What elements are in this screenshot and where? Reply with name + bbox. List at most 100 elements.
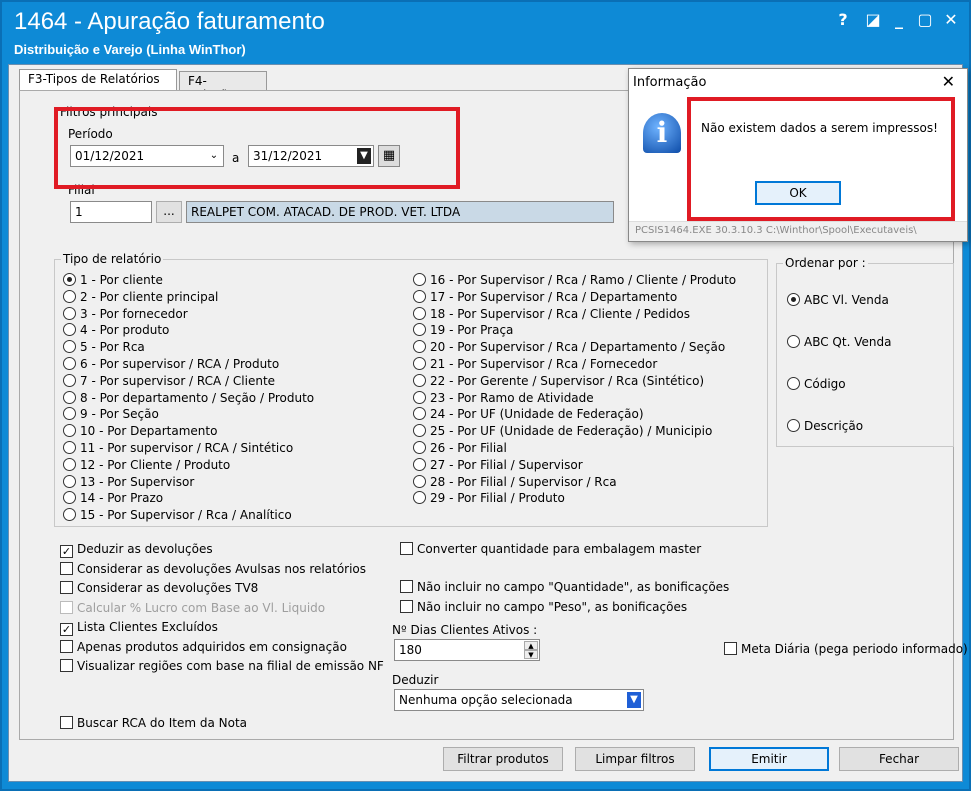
report-type-option[interactable]: 8 - Por departamento / Seção / Produto — [63, 390, 314, 406]
report-type-option[interactable]: 2 - Por cliente principal — [63, 289, 218, 305]
radio-icon[interactable] — [63, 289, 76, 303]
checkbox-icon[interactable] — [60, 659, 73, 672]
option-check[interactable]: Apenas produtos adquiridos em consignaçã… — [60, 639, 347, 655]
quantity-option-check[interactable]: Não incluir no campo "Peso", as bonifica… — [400, 599, 687, 615]
quantity-option-check[interactable]: Converter quantidade para embalagem mast… — [400, 541, 701, 557]
report-type-option[interactable]: 27 - Por Filial / Supervisor — [413, 457, 583, 473]
radio-icon[interactable] — [63, 424, 76, 438]
report-type-option[interactable]: 22 - Por Gerente / Supervisor / Rca (Sin… — [413, 373, 704, 389]
radio-icon[interactable] — [63, 474, 76, 488]
option-check[interactable]: Considerar as devoluções Avulsas nos rel… — [60, 561, 366, 577]
tab-selecoes[interactable]: F4-Seleções — [179, 71, 267, 102]
radio-icon[interactable] — [413, 373, 426, 387]
ordenar-option[interactable]: ABC Vl. Venda — [787, 292, 889, 308]
report-type-option[interactable]: 28 - Por Filial / Supervisor / Rca — [413, 474, 617, 490]
radio-icon[interactable] — [413, 340, 426, 354]
option-check[interactable]: Visualizar regiões com base na filial de… — [60, 658, 384, 674]
filtrar-produtos-button[interactable]: Filtrar produtos — [443, 747, 563, 771]
radio-icon[interactable] — [413, 390, 426, 404]
report-type-option[interactable]: 24 - Por UF (Unidade de Federação) — [413, 406, 644, 422]
report-type-option[interactable]: 23 - Por Ramo de Atividade — [413, 390, 594, 406]
spin-up-icon[interactable]: ▲ — [524, 641, 538, 650]
report-type-option[interactable]: 29 - Por Filial / Produto — [413, 490, 565, 506]
option-check[interactable]: ✓ Lista Clientes Excluídos — [60, 619, 218, 636]
report-type-option[interactable]: 3 - Por fornecedor — [63, 306, 188, 322]
radio-icon[interactable] — [787, 335, 800, 348]
filial-browse-button[interactable]: ... — [156, 201, 182, 223]
radio-icon[interactable] — [413, 474, 426, 488]
dias-stepper[interactable]: 180 ▲ ▼ — [394, 639, 540, 661]
report-type-option[interactable]: 4 - Por produto — [63, 322, 169, 338]
report-type-option[interactable]: 13 - Por Supervisor — [63, 474, 194, 490]
radio-icon[interactable] — [413, 357, 426, 370]
filial-code-field[interactable]: 1 — [70, 201, 152, 223]
checkbox-icon[interactable] — [60, 639, 73, 653]
limpar-filtros-button[interactable]: Limpar filtros — [575, 747, 695, 771]
report-type-option[interactable]: 11 - Por supervisor / RCA / Sintético — [63, 440, 293, 456]
help-icon[interactable]: ? — [832, 10, 854, 29]
report-type-option[interactable]: 6 - Por supervisor / RCA / Produto — [63, 356, 279, 372]
tab-tipos-relatorios[interactable]: F3-Tipos de Relatórios — [19, 69, 177, 92]
radio-icon[interactable] — [63, 306, 76, 320]
option-check[interactable]: ✓ Deduzir as devoluções — [60, 541, 213, 558]
radio-icon[interactable] — [63, 441, 76, 454]
radio-icon[interactable] — [63, 357, 76, 370]
radio-icon[interactable] — [413, 273, 426, 286]
report-type-option[interactable]: 21 - Por Supervisor / Rca / Fornecedor — [413, 356, 657, 372]
report-type-option[interactable]: 12 - Por Cliente / Produto — [63, 457, 230, 473]
report-type-option[interactable]: 20 - Por Supervisor / Rca / Departamento… — [413, 339, 725, 355]
report-type-option[interactable]: 17 - Por Supervisor / Rca / Departamento — [413, 289, 677, 305]
emitir-button[interactable]: Emitir — [709, 747, 829, 771]
radio-icon[interactable] — [63, 340, 76, 354]
dropdown-arrow-icon[interactable]: ▼ — [627, 692, 641, 708]
radio-icon[interactable] — [413, 323, 426, 337]
checkbox-icon[interactable] — [60, 716, 73, 729]
radio-icon[interactable] — [63, 491, 76, 505]
fechar-button[interactable]: Fechar — [839, 747, 959, 771]
checkbox-icon[interactable] — [724, 642, 737, 655]
buscar-rca-check[interactable]: Buscar RCA do Item da Nota — [60, 715, 247, 731]
radio-icon[interactable] — [413, 424, 426, 438]
report-type-option[interactable]: 1 - Por cliente — [63, 272, 163, 288]
checkbox-icon[interactable] — [400, 580, 413, 593]
ordenar-option[interactable]: Descrição — [787, 418, 863, 434]
report-type-option[interactable]: 16 - Por Supervisor / Rca / Ramo / Clien… — [413, 272, 736, 288]
report-type-option[interactable]: 9 - Por Seção — [63, 406, 159, 422]
checkbox-icon[interactable] — [60, 561, 73, 575]
report-type-option[interactable]: 26 - Por Filial — [413, 440, 507, 456]
option-check[interactable]: Considerar as devoluções TV8 — [60, 580, 258, 596]
dialog-close-icon[interactable]: ✕ — [942, 72, 955, 91]
radio-icon[interactable] — [413, 491, 426, 505]
report-type-option[interactable]: 25 - Por UF (Unidade de Federação) / Mun… — [413, 423, 712, 439]
radio-icon[interactable] — [787, 293, 800, 306]
report-type-option[interactable]: 18 - Por Supervisor / Rca / Cliente / Pe… — [413, 306, 690, 322]
radio-icon[interactable] — [63, 273, 76, 286]
radio-icon[interactable] — [413, 457, 426, 471]
radio-icon[interactable] — [63, 323, 76, 337]
report-type-option[interactable]: 7 - Por supervisor / RCA / Cliente — [63, 373, 275, 389]
radio-icon[interactable] — [63, 407, 76, 421]
checkbox-icon[interactable] — [400, 600, 413, 613]
restore-alt-icon[interactable]: ◪ — [862, 10, 884, 29]
report-type-option[interactable]: 10 - Por Departamento — [63, 423, 217, 439]
quantity-option-check[interactable]: Não incluir no campo "Quantidade", as bo… — [400, 579, 729, 595]
checkbox-icon[interactable]: ✓ — [60, 545, 73, 558]
spin-down-icon[interactable]: ▼ — [524, 650, 538, 659]
deduzir-select[interactable]: Nenhuma opção selecionada ▼ — [394, 689, 644, 711]
radio-icon[interactable] — [63, 390, 76, 404]
radio-icon[interactable] — [413, 289, 426, 303]
radio-icon[interactable] — [413, 306, 426, 320]
meta-diaria-check[interactable]: Meta Diária (pega periodo informado) — [724, 641, 968, 657]
ordenar-option[interactable]: ABC Qt. Venda — [787, 334, 891, 350]
close-icon[interactable]: ✕ — [940, 10, 962, 29]
report-type-option[interactable]: 14 - Por Prazo — [63, 490, 163, 506]
minimize-icon[interactable]: _ — [888, 10, 910, 29]
maximize-icon[interactable]: ▢ — [914, 10, 936, 29]
radio-icon[interactable] — [63, 373, 76, 387]
radio-icon[interactable] — [63, 457, 76, 471]
ordenar-option[interactable]: Código — [787, 376, 846, 392]
radio-icon[interactable] — [787, 419, 800, 432]
report-type-option[interactable]: 15 - Por Supervisor / Rca / Analítico — [63, 507, 292, 523]
checkbox-icon[interactable] — [60, 581, 73, 594]
radio-icon[interactable] — [63, 508, 76, 522]
